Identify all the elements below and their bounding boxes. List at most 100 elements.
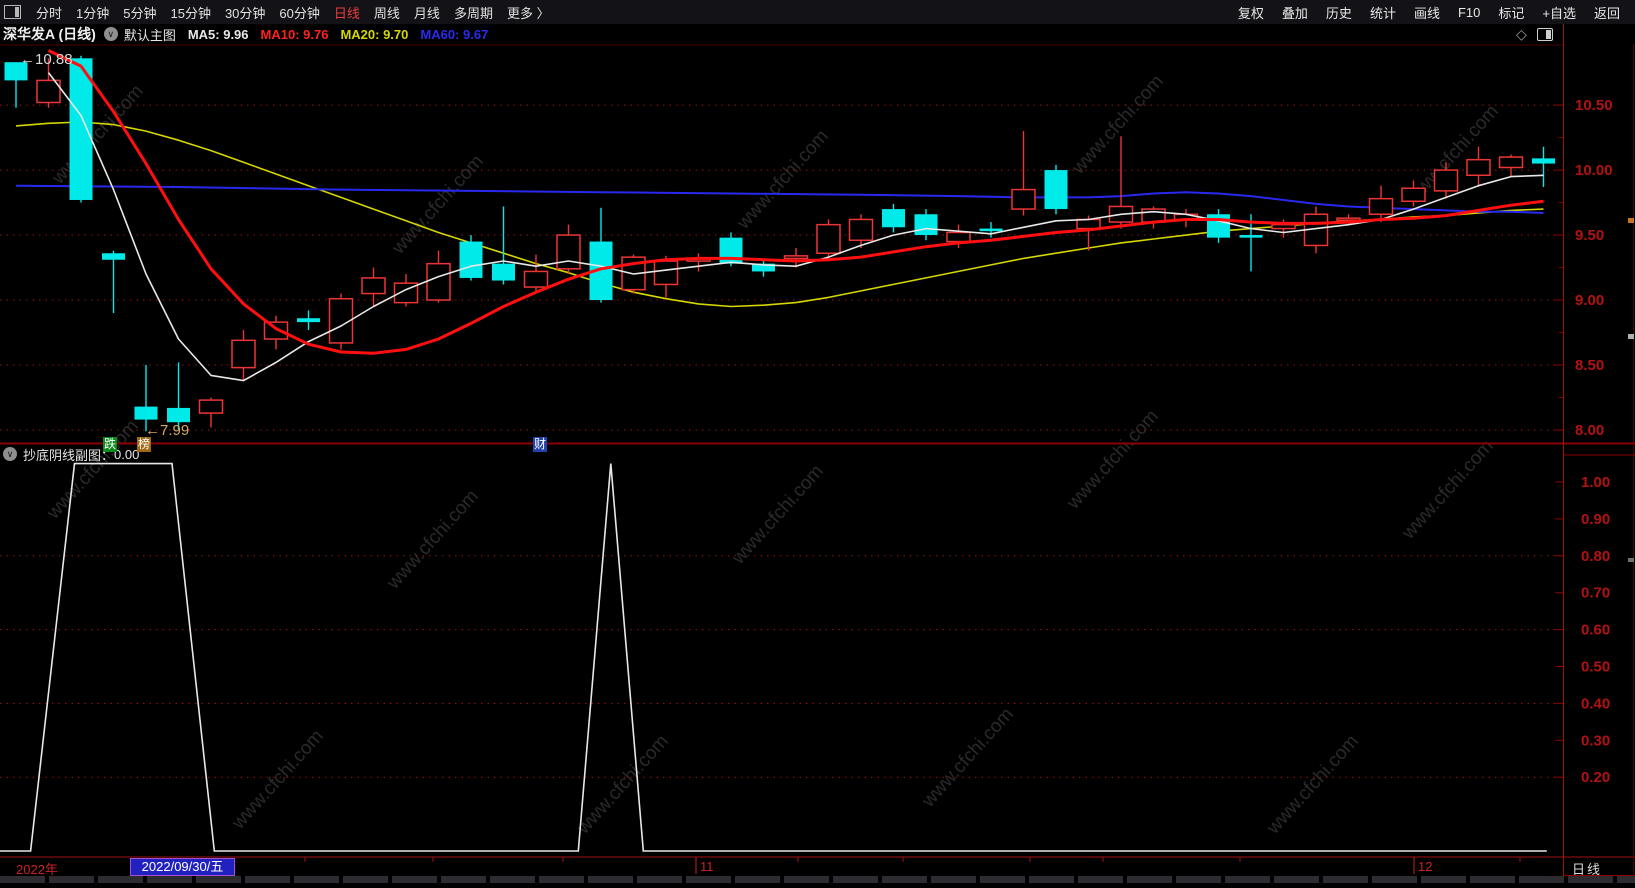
toolbar: 复权 叠加 历史 统计 画线 F10 标记 +自选 返回	[1229, 3, 1629, 22]
event-badge-榜[interactable]: 榜	[137, 437, 152, 452]
toolbar-button-返回[interactable]: 返回	[1594, 3, 1620, 22]
sub-y-axis-label: 0.80	[1581, 548, 1610, 565]
watermark-text: www.cfchi.com	[42, 416, 142, 524]
price-marker: ←7.99	[145, 422, 189, 439]
candle-body	[816, 223, 841, 254]
sub-y-axis-label: 0.70	[1581, 585, 1610, 602]
x-axis-row: 2022年 2022/09/30/五 11 12 日线	[0, 858, 1635, 877]
toolbar-button-F10[interactable]: F10	[1458, 5, 1480, 20]
candle-body	[653, 260, 679, 286]
candle-body	[361, 277, 386, 295]
edge-marker	[1628, 218, 1634, 223]
watermark-text: www.cfchi.com	[382, 486, 482, 594]
horizontal-scrollbar[interactable]	[0, 876, 1635, 883]
edge-marker	[1628, 558, 1634, 562]
menubar-item-更多 〉[interactable]: 更多 〉	[507, 6, 550, 21]
candle-body	[167, 407, 190, 423]
candle-body	[263, 321, 289, 340]
stock-title: 深华发A (日线)	[3, 26, 96, 42]
toolbar-button-叠加[interactable]: 叠加	[1282, 3, 1308, 22]
toolbar-button-复权[interactable]: 复权	[1238, 3, 1264, 22]
period-tabs: 分时 1分钟 5分钟 15分钟 30分钟 60分钟 日线 周线 月线 多周期 更多 〉	[29, 3, 557, 22]
menubar: 分时 1分钟 5分钟 15分钟 30分钟 60分钟 日线 周线 月线 多周期 更多 〉 复权 叠加 历史…	[0, 0, 1635, 24]
candle-body	[914, 214, 938, 236]
toolbar-button-画线[interactable]: 画线	[1414, 3, 1440, 22]
candle-body	[556, 234, 581, 270]
candle-body	[198, 399, 224, 414]
main-y-axis-label: 8.00	[1575, 422, 1604, 439]
watermark-text: www.cfchi.com	[1067, 71, 1167, 179]
menubar-item-月线[interactable]: 月线	[414, 6, 440, 21]
main-y-axis-label: 10.00	[1575, 162, 1613, 179]
menubar-item-多周期[interactable]: 多周期	[454, 6, 493, 21]
chevron-down-icon[interactable]: ∨	[103, 27, 118, 41]
watermarks: www.cfchi.com www.cfchi.com www.cfchi.com w…	[42, 71, 1502, 839]
sub-y-axis-label: 0.60	[1581, 622, 1610, 639]
candle-body	[1011, 188, 1036, 210]
candle-body	[1207, 214, 1230, 238]
candle-body	[1239, 235, 1263, 238]
candle-body	[1498, 156, 1524, 169]
month-label-11: 11	[700, 859, 714, 874]
sub-indicator-value: 0.00	[114, 446, 140, 462]
sub-y-axis-label: 0.90	[1581, 511, 1610, 528]
panel-toggle-icon[interactable]	[1536, 28, 1553, 41]
title-bar: 深华发A (日线) ∨ 默认主图 MA5: 9.96 MA10: 9.76 MA20…	[0, 24, 1563, 44]
candle-body	[1433, 169, 1459, 192]
candle-body	[1401, 187, 1426, 203]
watermark-text: www.cfchi.com	[1062, 406, 1162, 514]
month-label-12: 12	[1418, 859, 1433, 874]
ma-line-MA10	[47, 49, 1544, 355]
chevron-down-icon[interactable]: ∨	[3, 447, 17, 461]
menubar-item-周线[interactable]: 周线	[374, 6, 400, 21]
ma-legend: MA5: 9.96 MA10: 9.76 MA20: 9.70 MA60: 9.67	[188, 27, 500, 42]
watermark-text: www.cfchi.com	[1262, 731, 1362, 839]
diamond-icon[interactable]: ◇	[1516, 26, 1527, 43]
candle-body	[1336, 217, 1361, 221]
sub-y-axis-label: 0.30	[1581, 732, 1610, 749]
ma-legend-MA10: MA10: 9.76	[260, 26, 329, 42]
candle-body	[492, 263, 515, 281]
watermark-text: www.cfchi.com	[727, 461, 827, 569]
candle-body	[783, 255, 809, 260]
menubar-item-5分钟[interactable]: 5分钟	[123, 6, 156, 21]
toolbar-button-标记[interactable]: 标记	[1498, 3, 1524, 22]
watermark-text: www.cfchi.com	[917, 704, 1017, 812]
watermark-text: www.cfchi.com	[732, 126, 832, 234]
menubar-item-60分钟[interactable]: 60分钟	[279, 6, 319, 21]
main-overlay-label[interactable]: 默认主图	[124, 25, 176, 44]
candle-body	[882, 209, 905, 228]
ma-legend-MA20: MA20: 9.70	[340, 26, 409, 42]
candle-body	[979, 228, 1003, 232]
menubar-item-30分钟[interactable]: 30分钟	[225, 6, 265, 21]
toolbar-button-统计[interactable]: 统计	[1370, 3, 1396, 22]
menubar-item-日线[interactable]: 日线	[334, 6, 360, 21]
toolbar-button-+自选[interactable]: +自选	[1542, 3, 1576, 22]
window-icon[interactable]	[4, 5, 21, 19]
candle-body	[1532, 158, 1555, 164]
selected-date-box: 2022/09/30/五	[130, 858, 235, 876]
watermark-text: www.cfchi.com	[47, 81, 147, 189]
main-y-axis-label: 10.50	[1575, 97, 1613, 114]
sub-y-axis-label: 1.00	[1581, 474, 1610, 491]
event-badge-财[interactable]: 财	[533, 437, 548, 452]
candle-body	[1044, 170, 1068, 210]
event-badge-跌[interactable]: 跌	[103, 437, 118, 452]
candle-body	[231, 339, 256, 369]
menubar-item-1分钟[interactable]: 1分钟	[76, 6, 109, 21]
candle-body	[426, 262, 451, 301]
main-y-axis-label: 8.50	[1575, 357, 1604, 374]
menubar-item-15分钟[interactable]: 15分钟	[170, 6, 210, 21]
sub-y-axis-label: 0.20	[1581, 769, 1610, 786]
watermark-text: www.cfchi.com	[227, 726, 327, 834]
candle-body	[1466, 158, 1491, 177]
menubar-item-分时[interactable]: 分时	[36, 6, 62, 21]
toolbar-button-历史[interactable]: 历史	[1326, 3, 1352, 22]
chart-canvas[interactable]: www.cfchi.com www.cfchi.com www.cfchi.com w…	[0, 0, 1635, 883]
price-marker: ←10.88	[20, 51, 73, 68]
watermark-text: www.cfchi.com	[1397, 436, 1497, 544]
candle-body	[1076, 218, 1101, 230]
candle-body	[297, 318, 320, 323]
candle-body	[1271, 223, 1296, 230]
main-y-axis-label: 9.00	[1575, 292, 1604, 309]
